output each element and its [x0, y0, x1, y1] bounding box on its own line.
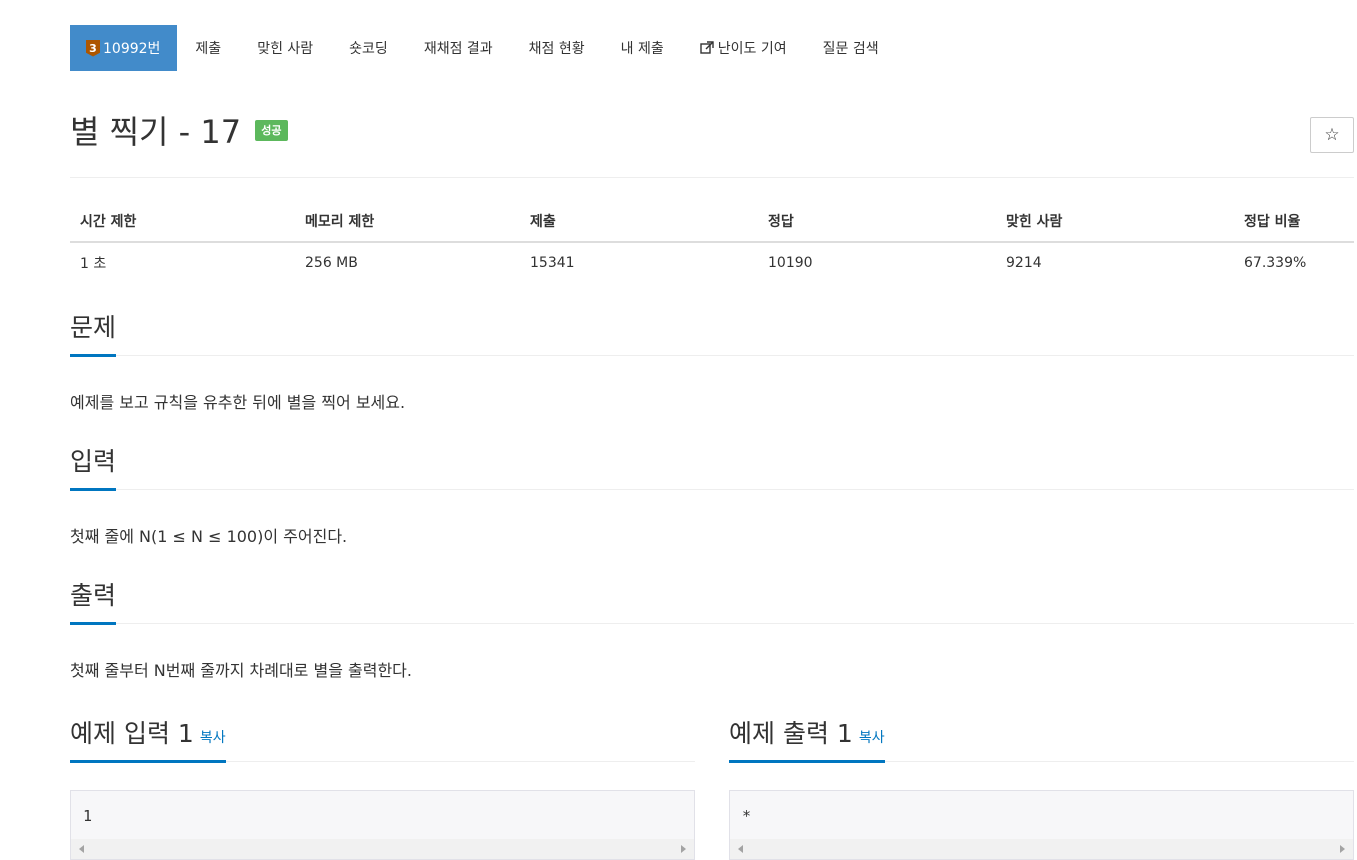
value-accept-ratio: 67.339% — [1244, 255, 1307, 271]
value-memory-limit: 256 MB — [305, 255, 358, 271]
copy-sample-input-link[interactable]: 복사 — [200, 730, 226, 746]
header-solved-users: 맞힌 사람 — [996, 202, 1234, 243]
sample-output-header: 예제 출력 1 복사 — [729, 714, 1354, 763]
sample-output-title-text: 예제 출력 1 — [729, 719, 853, 748]
scroll-right-icon[interactable] — [1340, 845, 1345, 853]
input-section-title: 입력 — [70, 442, 117, 491]
header-memory-limit: 메모리 제한 — [295, 202, 520, 243]
star-icon: ☆ — [1324, 125, 1340, 145]
problem-title: 별 찍기 - 17 — [70, 113, 242, 151]
sample-output-box: * — [729, 790, 1354, 860]
page-title: 별 찍기 - 17 성공 — [70, 116, 288, 148]
scroll-left-icon[interactable] — [79, 845, 84, 853]
sample-input-scrollbar[interactable] — [71, 839, 694, 859]
nav-question-search[interactable]: 질문 검색 — [805, 25, 897, 71]
output-section-title: 출력 — [70, 576, 117, 625]
info-header-row: 시간 제한 메모리 제한 제출 정답 맞힌 사람 정답 비율 — [70, 202, 1354, 243]
tier-badge-icon: 3 — [86, 39, 100, 57]
title-row: 별 찍기 - 17 성공 ☆ — [70, 71, 1354, 178]
problem-description: 예제를 보고 규칙을 유추한 뒤에 별을 찍어 보세요. — [70, 393, 406, 412]
sample-output-title: 예제 출력 1 복사 — [729, 714, 885, 763]
value-submissions: 15341 — [530, 255, 575, 271]
nav-problem-number[interactable]: 3 10992번 — [70, 25, 178, 71]
nav-rejudge-results[interactable]: 재채점 결과 — [406, 25, 511, 71]
nav-solved-users[interactable]: 맞힌 사람 — [239, 25, 331, 71]
sample-input-header: 예제 입력 1 복사 — [70, 714, 695, 763]
nav-difficulty-contribution[interactable]: 난이도 기여 — [682, 25, 805, 71]
header-submissions: 제출 — [520, 202, 758, 243]
status-badge: 성공 — [255, 119, 288, 141]
value-solved-users: 9214 — [1006, 255, 1042, 271]
problem-section-title: 문제 — [70, 308, 117, 357]
value-accepted: 10190 — [768, 255, 813, 271]
sample-output-scrollbar[interactable] — [730, 839, 1353, 859]
problem-page: 3 10992번 제출 맞힌 사람 숏코딩 재채점 결과 채점 현황 내 제출 … — [70, 25, 1354, 860]
nav-my-submissions[interactable]: 내 제출 — [603, 25, 682, 71]
output-description: 첫째 줄부터 N번째 줄까지 차례대로 별을 출력한다. — [70, 661, 412, 680]
sample-input-box: 1 — [70, 790, 695, 860]
nav-short-coding[interactable]: 숏코딩 — [331, 25, 406, 71]
favorite-button[interactable]: ☆ — [1310, 117, 1354, 153]
input-section-header: 입력 — [70, 441, 1354, 491]
info-value-row: 1 초 256 MB 15341 10190 9214 67.339% — [70, 242, 1354, 283]
problem-nav: 3 10992번 제출 맞힌 사람 숏코딩 재채점 결과 채점 현황 내 제출 … — [70, 25, 1354, 71]
header-accept-ratio: 정답 비율 — [1234, 202, 1354, 243]
copy-sample-output-link[interactable]: 복사 — [859, 730, 885, 746]
nav-submit[interactable]: 제출 — [177, 25, 239, 71]
sample-input: 예제 입력 1 복사 1 — [70, 717, 695, 860]
value-time-limit: 1 초 — [80, 256, 107, 272]
problem-section-header: 문제 — [70, 307, 1354, 357]
problem-number-label: 10992번 — [103, 41, 161, 57]
problem-info-table: 시간 제한 메모리 제한 제출 정답 맞힌 사람 정답 비율 1 초 256 M… — [70, 202, 1354, 283]
header-time-limit: 시간 제한 — [70, 202, 295, 243]
nav-difficulty-label: 난이도 기여 — [717, 41, 787, 57]
sample-input-title: 예제 입력 1 복사 — [70, 714, 226, 763]
output-section-header: 출력 — [70, 575, 1354, 625]
sample-output: 예제 출력 1 복사 * — [729, 717, 1354, 860]
sample-input-content: 1 — [83, 807, 93, 825]
input-description: 첫째 줄에 N(1 ≤ N ≤ 100)이 주어진다. — [70, 527, 348, 546]
nav-status[interactable]: 채점 현황 — [511, 25, 603, 71]
examples: 예제 입력 1 복사 1 예제 출력 1 복사 * — [70, 717, 1354, 860]
scroll-left-icon[interactable] — [738, 845, 743, 853]
header-accepted: 정답 — [758, 202, 996, 243]
sample-input-title-text: 예제 입력 1 — [70, 719, 194, 748]
sample-output-content: * — [742, 807, 752, 825]
external-link-icon — [700, 41, 714, 54]
scroll-right-icon[interactable] — [681, 845, 686, 853]
